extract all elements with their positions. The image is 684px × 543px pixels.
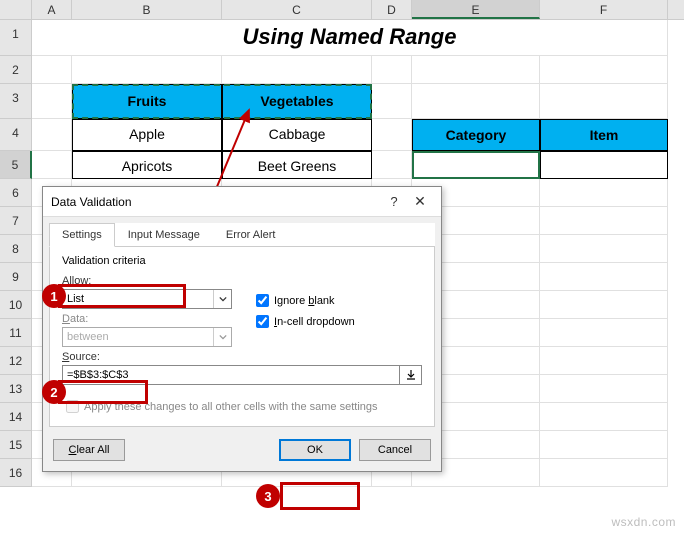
cell-F10[interactable] <box>540 291 668 319</box>
cell-D4[interactable] <box>372 119 412 151</box>
cell-D3[interactable] <box>372 84 412 119</box>
cell-F7[interactable] <box>540 207 668 235</box>
cell-F6[interactable] <box>540 179 668 207</box>
cell-F3[interactable] <box>540 84 668 119</box>
cell-A2[interactable] <box>32 56 72 84</box>
incell-dropdown-label: In-cell dropdown <box>274 316 355 328</box>
cancel-button[interactable]: Cancel <box>359 439 431 461</box>
col-head-E[interactable]: E <box>412 0 540 19</box>
data-select: between <box>62 327 232 347</box>
cell-C2[interactable] <box>222 56 372 84</box>
cell-C4[interactable]: Cabbage <box>222 119 372 151</box>
apply-same-label: Apply these changes to all other cells w… <box>84 401 378 413</box>
row-head-9[interactable]: 9 <box>0 263 32 291</box>
cell-A5[interactable] <box>32 151 72 179</box>
row-head-8[interactable]: 8 <box>0 235 32 263</box>
data-validation-dialog: Data Validation ? ✕ Settings Input Messa… <box>42 186 442 472</box>
row-head-2[interactable]: 2 <box>0 56 32 84</box>
clear-all-button[interactable]: Clear All <box>53 439 125 461</box>
col-head-C[interactable]: C <box>222 0 372 19</box>
dialog-tabs: Settings Input Message Error Alert <box>49 223 435 247</box>
row-head-5[interactable]: 5 <box>0 151 32 179</box>
badge-1: 1 <box>42 284 66 308</box>
ok-button[interactable]: OK <box>279 439 351 461</box>
source-label: Source: <box>62 351 422 363</box>
cell-D2[interactable] <box>372 56 412 84</box>
row-head-15[interactable]: 15 <box>0 431 32 459</box>
row-head-14[interactable]: 14 <box>0 403 32 431</box>
cell-C5[interactable]: Beet Greens <box>222 151 372 179</box>
cell-F13[interactable] <box>540 375 668 403</box>
cell-F12[interactable] <box>540 347 668 375</box>
incell-dropdown-row[interactable]: In-cell dropdown <box>252 312 355 331</box>
cell-F14[interactable] <box>540 403 668 431</box>
tab-input-message[interactable]: Input Message <box>115 223 213 246</box>
cell-F16[interactable] <box>540 459 668 487</box>
col-head-D[interactable]: D <box>372 0 412 19</box>
data-label: Data: <box>62 313 232 325</box>
ignore-blank-checkbox[interactable] <box>256 294 269 307</box>
ignore-blank-label: Ignore blank <box>274 295 335 307</box>
cell-F9[interactable] <box>540 263 668 291</box>
row-head-10[interactable]: 10 <box>0 291 32 319</box>
tab-error-alert[interactable]: Error Alert <box>213 223 289 246</box>
cell-A3[interactable] <box>32 84 72 119</box>
apply-same-checkbox <box>66 400 79 413</box>
tab-settings[interactable]: Settings <box>49 223 115 247</box>
row-head-13[interactable]: 13 <box>0 375 32 403</box>
incell-dropdown-checkbox[interactable] <box>256 315 269 328</box>
cell-F8[interactable] <box>540 235 668 263</box>
help-button[interactable]: ? <box>381 194 407 209</box>
badge-3: 3 <box>256 484 280 508</box>
row-head-6[interactable]: 6 <box>0 179 32 207</box>
cell-F5[interactable] <box>540 151 668 179</box>
cell-F15[interactable] <box>540 431 668 459</box>
row-head-3[interactable]: 3 <box>0 84 32 119</box>
row-head-1[interactable]: 1 <box>0 20 32 56</box>
cell-F11[interactable] <box>540 319 668 347</box>
cell-E4[interactable]: Category <box>412 119 540 151</box>
dialog-titlebar[interactable]: Data Validation ? ✕ <box>43 187 441 217</box>
cell-A4[interactable] <box>32 119 72 151</box>
row-head-12[interactable]: 12 <box>0 347 32 375</box>
cell-E3[interactable] <box>412 84 540 119</box>
row-head-11[interactable]: 11 <box>0 319 32 347</box>
cell-B5[interactable]: Apricots <box>72 151 222 179</box>
cell-D5[interactable] <box>372 151 412 179</box>
watermark: wsxdn.com <box>611 515 676 529</box>
criteria-label: Validation criteria <box>62 255 422 267</box>
settings-pane: Validation criteria Allow: List Data: be… <box>49 247 435 427</box>
dialog-title-text: Data Validation <box>51 195 381 209</box>
collapse-dialog-icon <box>405 369 417 381</box>
allow-label: Allow: <box>62 275 232 287</box>
cell-B3[interactable]: Fruits <box>72 84 222 119</box>
ignore-blank-row[interactable]: Ignore blank <box>252 291 355 310</box>
allow-select[interactable]: List <box>62 289 232 309</box>
col-head-B[interactable]: B <box>72 0 222 19</box>
col-head-F[interactable]: F <box>540 0 668 19</box>
row-head-4[interactable]: 4 <box>0 119 32 151</box>
page-title[interactable]: Using Named Range <box>32 20 668 56</box>
col-head-A[interactable]: A <box>32 0 72 19</box>
cell-F4[interactable]: Item <box>540 119 668 151</box>
row-head-7[interactable]: 7 <box>0 207 32 235</box>
range-picker-button[interactable] <box>400 365 422 385</box>
cell-B4[interactable]: Apple <box>72 119 222 151</box>
cell-E5[interactable] <box>412 151 540 179</box>
row-head-16[interactable]: 16 <box>0 459 32 487</box>
cell-E2[interactable] <box>412 56 540 84</box>
close-button[interactable]: ✕ <box>407 193 433 210</box>
cell-C3[interactable]: Vegetables <box>222 84 372 119</box>
cell-B2[interactable] <box>72 56 222 84</box>
source-input[interactable] <box>62 365 400 385</box>
select-all-corner[interactable] <box>0 0 32 19</box>
badge-2: 2 <box>42 380 66 404</box>
apply-same-row: Apply these changes to all other cells w… <box>62 397 422 416</box>
cell-F2[interactable] <box>540 56 668 84</box>
